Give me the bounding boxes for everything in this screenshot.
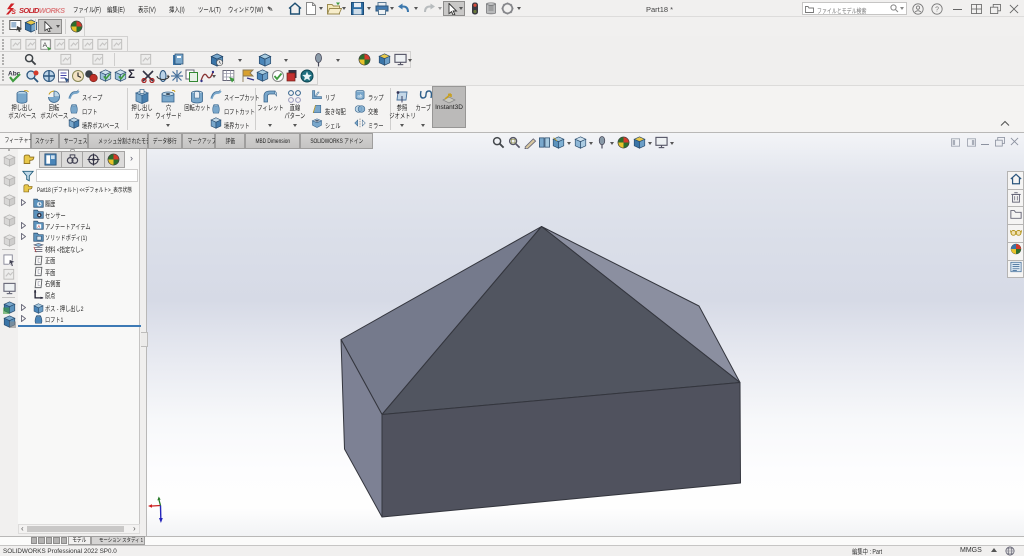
svg-text:SOLIDWORKS: SOLIDWORKS [19, 6, 65, 15]
svg-text:A: A [43, 42, 48, 49]
svg-text:A: A [37, 224, 40, 229]
svg-text:S: S [12, 9, 17, 16]
svg-text:ab: ab [357, 93, 363, 98]
svg-text:?: ? [935, 6, 939, 13]
